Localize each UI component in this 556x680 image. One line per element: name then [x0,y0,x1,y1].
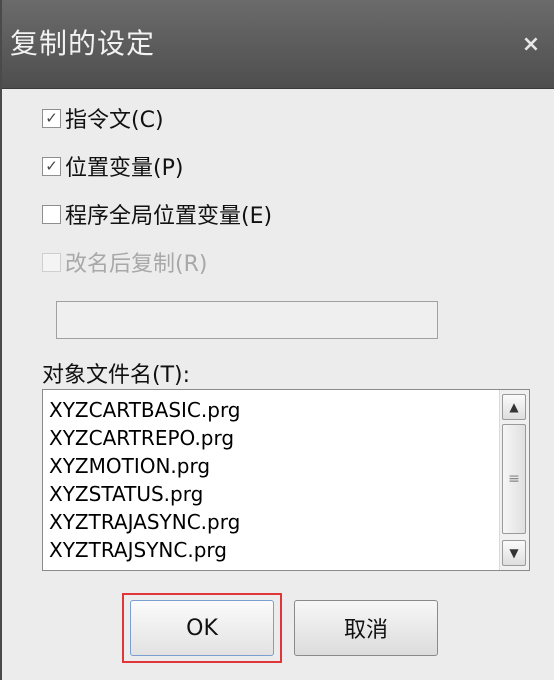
checkbox-instruction-label: 指令文(C) [65,108,164,133]
vertical-scrollbar[interactable]: ▲ ≡ ▼ [499,390,529,570]
checkbox-empty-icon [42,252,61,272]
list-item[interactable]: XYZCARTREPO.prg [49,424,241,452]
arrow-up-icon[interactable]: ▲ [502,394,526,420]
checkbox-global-position-variable[interactable]: 程序全局位置变量(E) [42,199,272,229]
checkbox-rename-copy-label: 改名后复制(R) [65,252,208,277]
list-item[interactable]: XYZCARTBASIC.prg [49,396,241,424]
list-item[interactable]: XYZSTATUS.prg [49,480,241,508]
cancel-button[interactable]: 取消 [294,600,438,656]
checkbox-global-position-variable-label: 程序全局位置变量(E) [65,204,273,229]
target-file-listbox[interactable]: XYZCARTBASIC.prg XYZCARTREPO.prg XYZMOTI… [42,389,530,571]
rename-input [56,301,438,339]
checkbox-rename-copy: 改名后复制(R) [42,247,207,277]
dialog-body: ✓ 指令文(C) ✓ 位置变量(P) 程序全局位置变量(E) 改名后复制(R) … [2,89,554,680]
file-list-label: 对象文件名(T): [42,363,191,388]
checkbox-position-variable[interactable]: ✓ 位置变量(P) [42,151,183,181]
list-item[interactable]: XYZTRAJASYNC.prg [49,508,241,536]
list-item[interactable]: XYZMOTION.prg [49,452,241,480]
close-icon[interactable]: × [516,30,546,60]
ok-button[interactable]: OK [130,600,274,656]
copy-settings-dialog: 复制的设定 × ✓ 指令文(C) ✓ 位置变量(P) 程序全局位置变量(E) 改… [0,0,554,680]
grip-icon: ≡ [508,471,520,487]
ok-button-focus-frame: OK [122,593,282,663]
check-icon[interactable]: ✓ [42,156,61,176]
arrow-down-icon[interactable]: ▼ [502,540,526,566]
checkbox-instruction[interactable]: ✓ 指令文(C) [42,103,164,133]
list-item[interactable]: XYZTRAJSYNC.prg [49,536,241,564]
check-icon[interactable]: ✓ [42,108,61,128]
file-list-items: XYZCARTBASIC.prg XYZCARTREPO.prg XYZMOTI… [49,396,241,564]
checkbox-position-variable-label: 位置变量(P) [65,156,184,181]
dialog-title: 复制的设定 [10,27,156,60]
title-bar[interactable]: 复制的设定 × [2,0,554,89]
checkbox-empty-icon[interactable] [42,204,61,224]
scrollbar-thumb[interactable]: ≡ [502,424,526,534]
